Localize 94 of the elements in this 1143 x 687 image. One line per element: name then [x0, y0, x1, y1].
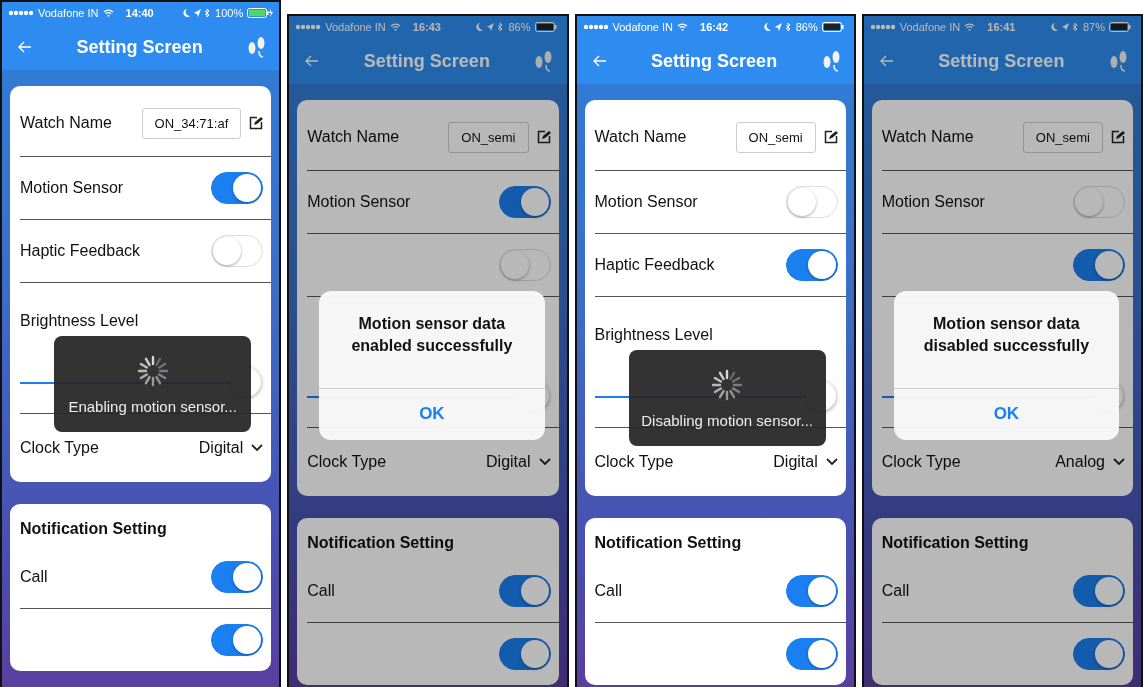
wifi-icon — [102, 9, 114, 17]
screen-title: Setting Screen — [651, 50, 778, 72]
footprints-icon[interactable] — [1109, 49, 1129, 73]
wifi-icon — [964, 23, 976, 31]
toggle-switch[interactable] — [1073, 575, 1125, 607]
back-arrow-icon[interactable] — [305, 55, 320, 67]
section-title: Notification Setting — [307, 533, 455, 553]
battery-percent: 100% — [215, 7, 244, 19]
spinner-icon — [135, 353, 170, 388]
battery-percent: 86% — [795, 21, 818, 33]
clock-type-dropdown[interactable]: Digital — [198, 439, 244, 457]
edit-icon[interactable] — [1111, 130, 1125, 144]
carrier-name: Vodafone IN — [38, 7, 99, 19]
row-label: Motion Sensor — [307, 193, 411, 211]
chevron-down-icon[interactable] — [825, 458, 838, 466]
toggle-switch[interactable] — [498, 638, 551, 670]
toggle-switch[interactable] — [211, 624, 264, 656]
toast-message: Disabling motion sensor... — [641, 411, 813, 429]
watch-name-field[interactable]: ON_semi — [735, 121, 816, 153]
clock-time: 16:42 — [700, 21, 729, 33]
screen-title: Setting Screen — [76, 36, 203, 58]
signal-icon — [582, 24, 609, 30]
watch-name-field[interactable]: ON_34:71:af — [141, 107, 242, 139]
moon-location-bluetooth-icon — [1050, 22, 1079, 32]
toggle-switch[interactable] — [785, 575, 838, 607]
row-label: Clock Type — [20, 439, 99, 457]
carrier-name: Vodafone IN — [612, 21, 674, 33]
screen-title: Setting Screen — [363, 50, 490, 72]
signal-icon — [295, 24, 322, 30]
back-arrow-icon[interactable] — [879, 55, 894, 67]
wifi-icon — [677, 23, 689, 31]
wifi-icon — [389, 23, 401, 31]
row-label: Brightness Level — [20, 312, 140, 330]
row-label: Call — [20, 568, 48, 586]
row-label: Haptic Feedback — [20, 242, 141, 260]
moon-location-bluetooth-icon — [763, 22, 792, 32]
watch-name-field[interactable]: ON_semi — [1022, 121, 1103, 153]
back-arrow-icon[interactable] — [18, 41, 32, 53]
carrier-name: Vodafone IN — [325, 21, 386, 33]
edit-icon[interactable] — [536, 130, 551, 144]
clock-type-dropdown[interactable]: Digital — [486, 453, 531, 471]
clock-type-dropdown[interactable]: Analog — [1055, 453, 1105, 471]
clock-time: 16:43 — [412, 21, 441, 33]
toggle-switch[interactable] — [498, 186, 551, 218]
spinner-icon — [710, 367, 745, 402]
alert-message: Motion sensor data enabled successfully — [350, 314, 514, 357]
watch-name-field[interactable]: ON_semi — [448, 121, 529, 153]
row-label: Watch Name — [594, 128, 687, 146]
toggle-switch[interactable] — [785, 638, 838, 670]
chevron-down-icon[interactable] — [251, 444, 264, 452]
row-label: Call — [881, 582, 910, 600]
carrier-name: Vodafone IN — [899, 21, 961, 33]
ok-button[interactable]: OK — [893, 387, 1119, 440]
battery-percent: 87% — [1082, 21, 1105, 33]
row-label: Motion Sensor — [881, 193, 985, 211]
chevron-down-icon[interactable] — [1113, 458, 1125, 466]
moon-location-bluetooth-icon — [476, 22, 505, 32]
row-label: Motion Sensor — [20, 179, 124, 197]
row-label: Brightness Level — [594, 326, 714, 344]
row-label: Watch Name — [20, 114, 112, 132]
row-label: Clock Type — [594, 453, 674, 471]
toggle-switch[interactable] — [785, 249, 838, 281]
alert-message: Motion sensor data disabled successfully — [922, 314, 1091, 357]
row-label: Clock Type — [307, 453, 387, 471]
edit-icon[interactable] — [249, 116, 264, 130]
section-title: Notification Setting — [881, 533, 1030, 553]
toggle-switch[interactable] — [211, 172, 264, 204]
back-arrow-icon[interactable] — [592, 55, 607, 67]
toast-message: Enabling motion sensor... — [68, 397, 237, 415]
toggle-switch[interactable] — [1073, 638, 1125, 670]
row-label: Haptic Feedback — [594, 256, 715, 274]
row-label: Call — [307, 582, 335, 600]
toggle-switch[interactable] — [1073, 249, 1125, 281]
toggle-switch[interactable] — [211, 561, 264, 593]
signal-icon — [8, 10, 34, 16]
row-label: Call — [594, 582, 623, 600]
signal-icon — [869, 24, 896, 30]
screen-title: Setting Screen — [938, 50, 1065, 72]
row-label: Clock Type — [881, 453, 961, 471]
chevron-down-icon[interactable] — [538, 458, 551, 466]
battery-percent: 86% — [508, 21, 531, 33]
footprints-icon[interactable] — [821, 49, 842, 73]
section-title: Notification Setting — [20, 519, 168, 539]
edit-icon[interactable] — [823, 130, 838, 144]
clock-type-dropdown[interactable]: Digital — [773, 453, 818, 471]
row-label: Watch Name — [881, 128, 974, 146]
moon-location-bluetooth-icon — [183, 8, 212, 18]
clock-time: 14:40 — [125, 7, 154, 19]
row-label: Watch Name — [307, 128, 400, 146]
clock-time: 16:41 — [987, 21, 1016, 33]
section-title: Notification Setting — [594, 533, 743, 553]
toggle-switch[interactable] — [498, 575, 551, 607]
row-label: Motion Sensor — [594, 193, 698, 211]
ok-button[interactable]: OK — [319, 387, 545, 440]
